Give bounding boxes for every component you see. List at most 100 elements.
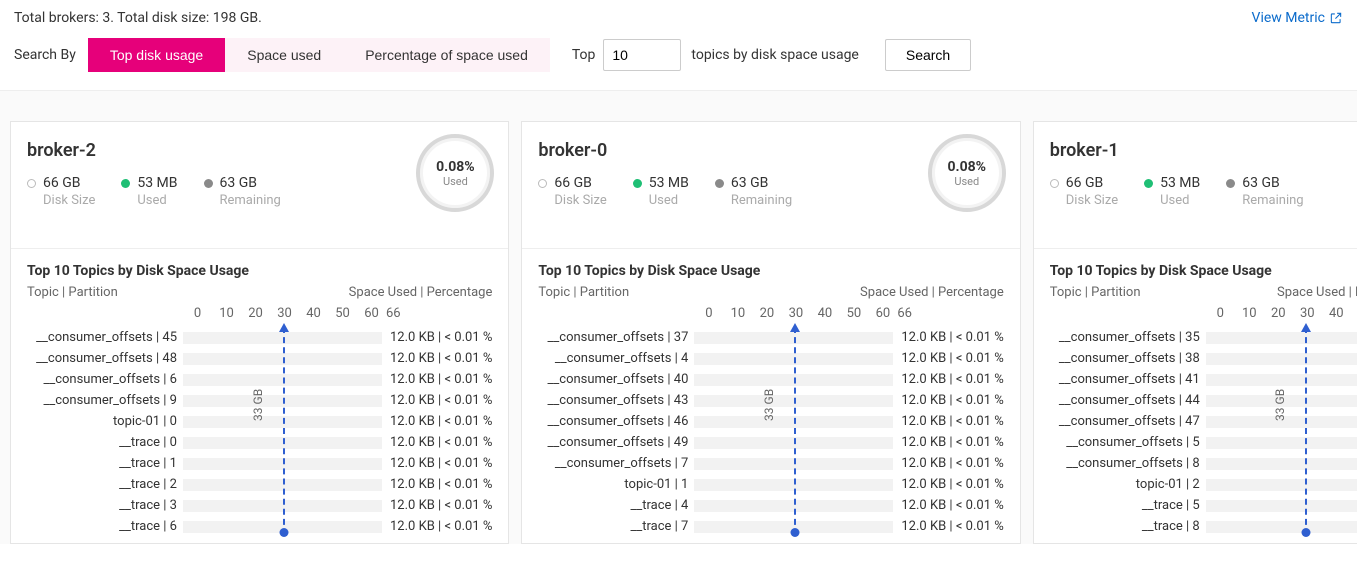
row-topic-partition: __trace | 1 (27, 456, 183, 471)
top-n-input[interactable] (603, 39, 681, 71)
tab-pct-space-used[interactable]: Percentage of space used (343, 38, 550, 72)
tab-space-used[interactable]: Space used (225, 38, 343, 72)
row-topic-partition: __consumer_offsets | 43 (538, 393, 694, 408)
search-by-label: Search By (14, 47, 76, 63)
external-link-icon (1329, 11, 1343, 25)
reference-dot-icon (1302, 528, 1311, 537)
axis-tick: 0 (694, 306, 723, 321)
table-header-left: Topic | Partition (538, 285, 629, 300)
axis-tick: 40 (810, 306, 839, 321)
row-topic-partition: __consumer_offsets | 47 (1050, 414, 1206, 429)
divider (11, 248, 508, 249)
reference-label: 33 GB (762, 389, 776, 421)
usage-label: topics by disk space usage (691, 47, 858, 63)
axis-tick: 10 (723, 306, 752, 321)
row-value: 12.0 KB | < 0.01 % (893, 456, 1003, 471)
row-topic-partition: __trace | 8 (1050, 519, 1206, 534)
table-row: __trace | 5 (1050, 495, 1357, 516)
axis-tick: 20 (241, 306, 270, 321)
remaining-label: Remaining (220, 193, 281, 208)
axis-tick: 20 (1264, 306, 1293, 321)
axis-tick: 40 (299, 306, 328, 321)
row-topic-partition: __consumer_offsets | 6 (27, 372, 183, 387)
used-label: Used (649, 193, 689, 208)
remaining-dot-icon (1226, 179, 1235, 188)
row-value: 12.0 KB | < 0.01 % (893, 372, 1003, 387)
table-title: Top 10 Topics by Disk Space Usage (27, 263, 492, 279)
row-topic-partition: __consumer_offsets | 41 (1050, 372, 1206, 387)
axis-tick: 10 (212, 306, 241, 321)
axis-tick: 60 (357, 306, 386, 321)
gauge-used-label: Used (443, 175, 468, 188)
chart-body: 33 GB __consumer_offsets | 3712.0 KB | <… (538, 327, 1003, 537)
axis-tick: 30 (781, 306, 810, 321)
table-header-left: Topic | Partition (27, 285, 118, 300)
chart-body: 33 GB __consumer_offsets | 35__consumer_… (1050, 327, 1357, 537)
view-metric-link[interactable]: View Metric (1252, 10, 1343, 26)
row-topic-partition: __consumer_offsets | 49 (538, 435, 694, 450)
row-topic-partition: __consumer_offsets | 48 (27, 351, 183, 366)
search-button[interactable]: Search (885, 39, 971, 71)
row-bar (1206, 374, 1357, 386)
reference-arrow-icon (1301, 323, 1311, 332)
broker-card: broker-0 66 GB Disk Size 53 MB Used 63 G… (521, 121, 1020, 544)
axis-tick: 30 (1293, 306, 1322, 321)
row-value: 12.0 KB | < 0.01 % (382, 519, 492, 534)
reference-dot-icon (790, 528, 799, 537)
row-topic-partition: topic-01 | 0 (27, 414, 183, 429)
row-value: 12.0 KB | < 0.01 % (382, 372, 492, 387)
reference-arrow-icon (790, 323, 800, 332)
disk-size-dot-icon (1050, 179, 1059, 188)
row-value: 12.0 KB | < 0.01 % (893, 519, 1003, 534)
broker-card: broker-2 66 GB Disk Size 53 MB Used 63 G… (10, 121, 509, 544)
table-row: __trace | 412.0 KB | < 0.01 % (538, 495, 1003, 516)
table-title: Top 10 Topics by Disk Space Usage (1050, 263, 1357, 279)
used-dot-icon (633, 179, 642, 188)
row-topic-partition: topic-01 | 2 (1050, 477, 1206, 492)
axis-tick: 10 (1235, 306, 1264, 321)
axis-tick: 40 (1322, 306, 1351, 321)
usage-gauge: 0.08% Used (416, 134, 494, 212)
remaining-label: Remaining (1242, 193, 1303, 208)
table-header-right: Space Used | Percentage (349, 285, 493, 300)
row-value: 12.0 KB | < 0.01 % (382, 351, 492, 366)
reference-line (794, 327, 796, 535)
reference-dot-icon (279, 528, 288, 537)
used-value: 53 MB (649, 175, 689, 191)
row-value: 12.0 KB | < 0.01 % (382, 498, 492, 513)
usage-gauge: 0.08% Used (928, 134, 1006, 212)
table-row: topic-01 | 2 (1050, 474, 1357, 495)
disk-size-dot-icon (538, 179, 547, 188)
row-topic-partition: __consumer_offsets | 7 (538, 456, 694, 471)
row-bar (1206, 500, 1357, 512)
row-topic-partition: __consumer_offsets | 5 (1050, 435, 1206, 450)
axis-tick: 50 (328, 306, 357, 321)
row-value: 12.0 KB | < 0.01 % (382, 477, 492, 492)
row-topic-partition: __consumer_offsets | 45 (27, 330, 183, 345)
divider (522, 248, 1019, 249)
used-label: Used (137, 193, 177, 208)
used-label: Used (1160, 193, 1200, 208)
divider (1034, 248, 1357, 249)
used-value: 53 MB (137, 175, 177, 191)
table-row: __consumer_offsets | 41 (1050, 369, 1357, 390)
reference-label: 33 GB (1273, 389, 1287, 421)
row-value: 12.0 KB | < 0.01 % (382, 414, 492, 429)
axis-tick: 20 (752, 306, 781, 321)
axis-tick: 0 (1206, 306, 1235, 321)
row-value: 12.0 KB | < 0.01 % (382, 435, 492, 450)
reference-label: 33 GB (251, 389, 265, 421)
row-value: 12.0 KB | < 0.01 % (382, 393, 492, 408)
axis-tick: 60 (868, 306, 897, 321)
row-topic-partition: __trace | 0 (27, 435, 183, 450)
table-header-right: Space Used | Percentage (1277, 285, 1357, 300)
table-row: __trace | 112.0 KB | < 0.01 % (27, 453, 492, 474)
row-topic-partition: __consumer_offsets | 4 (538, 351, 694, 366)
table-row: __consumer_offsets | 4912.0 KB | < 0.01 … (538, 432, 1003, 453)
table-row: __consumer_offsets | 3712.0 KB | < 0.01 … (538, 327, 1003, 348)
table-row: __trace | 0 12.0 KB | < 0.01 % (27, 432, 492, 453)
summary-text: Total brokers: 3. Total disk size: 198 G… (14, 10, 262, 26)
table-row: __trace | 312.0 KB | < 0.01 % (27, 495, 492, 516)
tab-top-disk-usage[interactable]: Top disk usage (88, 38, 225, 72)
remaining-value: 63 GB (1242, 175, 1279, 191)
